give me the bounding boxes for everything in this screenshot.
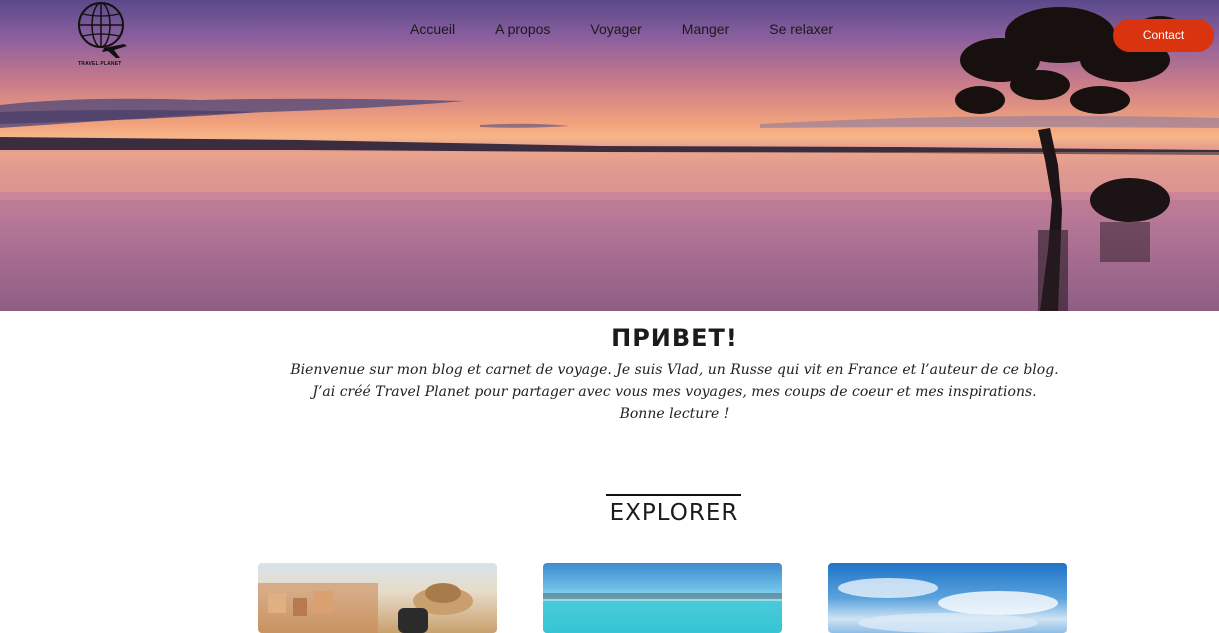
welcome-line-1: Bienvenue sur mon blog et carnet de voya… bbox=[290, 362, 1059, 378]
contact-button[interactable]: Contact bbox=[1113, 19, 1214, 52]
nav-item-se-relaxer[interactable]: Se relaxer bbox=[749, 20, 853, 38]
welcome-title: ПРИВЕТ! bbox=[611, 324, 738, 352]
explorer-title: EXPLORER bbox=[609, 500, 739, 526]
nav-item-accueil[interactable]: Accueil bbox=[390, 20, 475, 38]
welcome-line-3: Bonne lecture ! bbox=[619, 406, 730, 422]
logo-text: TRAVEL PLANET bbox=[78, 61, 122, 67]
nav-item-voyager[interactable]: Voyager bbox=[570, 20, 661, 38]
hero-banner: TRAVEL PLANET Accueil A propos Voyager M… bbox=[0, 0, 1219, 311]
explorer-divider bbox=[606, 494, 741, 496]
welcome-line-2: J’ai créé Travel Planet pour partager av… bbox=[312, 384, 1037, 400]
main-nav: Accueil A propos Voyager Manger Se relax… bbox=[390, 20, 853, 38]
nav-item-manger[interactable]: Manger bbox=[662, 20, 749, 38]
nav-item-a-propos[interactable]: A propos bbox=[475, 20, 570, 38]
welcome-text: Bienvenue sur mon blog et carnet de voya… bbox=[0, 359, 1219, 425]
sunset-lake-image bbox=[0, 7, 1219, 311]
